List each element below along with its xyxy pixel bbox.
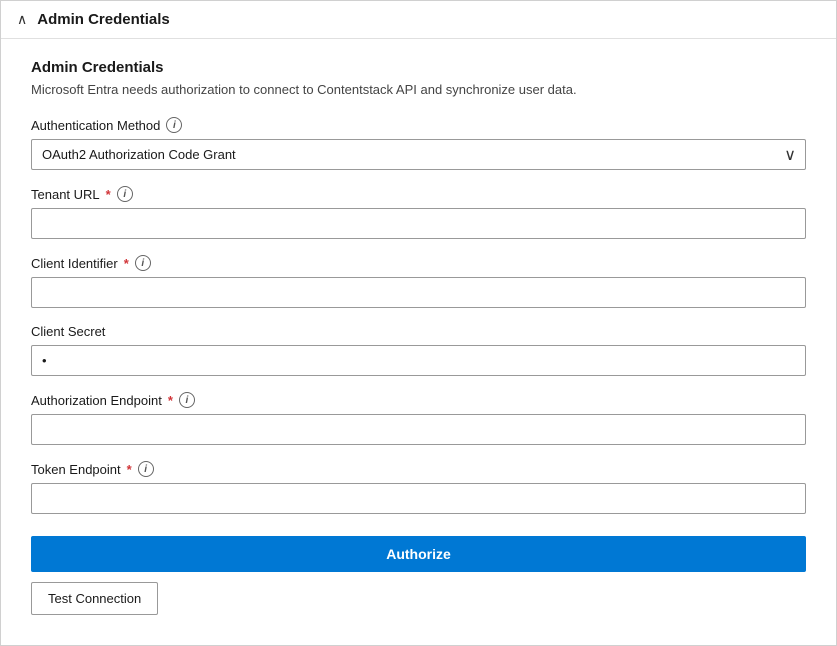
token-endpoint-label: Token Endpoint * i: [31, 461, 806, 477]
client-secret-label: Client Secret: [31, 324, 806, 339]
test-connection-button[interactable]: Test Connection: [31, 582, 158, 615]
card-body: Admin Credentials Microsoft Entra needs …: [1, 39, 836, 645]
card-header: ∧ Admin Credentials: [1, 1, 836, 39]
authorization-endpoint-required: *: [168, 393, 173, 408]
admin-credentials-card: ∧ Admin Credentials Admin Credentials Mi…: [0, 0, 837, 646]
auth-method-group: Authentication Method i OAuth2 Authoriza…: [31, 117, 806, 170]
auth-method-info-icon[interactable]: i: [166, 117, 182, 133]
token-endpoint-input[interactable]: [31, 483, 806, 514]
client-identifier-label: Client Identifier * i: [31, 255, 806, 271]
tenant-url-label-text: Tenant URL: [31, 187, 100, 202]
client-secret-label-text: Client Secret: [31, 324, 105, 339]
token-endpoint-info-icon[interactable]: i: [138, 461, 154, 477]
client-identifier-group: Client Identifier * i: [31, 255, 806, 308]
auth-method-select[interactable]: OAuth2 Authorization Code Grant Basic Au…: [31, 139, 806, 170]
client-identifier-info-icon[interactable]: i: [135, 255, 151, 271]
client-identifier-required: *: [124, 256, 129, 271]
auth-method-label: Authentication Method i: [31, 117, 806, 133]
tenant-url-info-icon[interactable]: i: [117, 186, 133, 202]
authorization-endpoint-info-icon[interactable]: i: [179, 392, 195, 408]
authorization-endpoint-group: Authorization Endpoint * i: [31, 392, 806, 445]
card-header-title: Admin Credentials: [37, 11, 170, 28]
section-description: Microsoft Entra needs authorization to c…: [31, 82, 806, 97]
client-secret-input[interactable]: [31, 345, 806, 376]
authorization-endpoint-label-text: Authorization Endpoint: [31, 393, 162, 408]
tenant-url-label: Tenant URL * i: [31, 186, 806, 202]
client-identifier-label-text: Client Identifier: [31, 256, 118, 271]
auth-method-label-text: Authentication Method: [31, 118, 160, 133]
tenant-url-required: *: [106, 187, 111, 202]
auth-method-select-wrapper: OAuth2 Authorization Code Grant Basic Au…: [31, 139, 806, 170]
token-endpoint-required: *: [127, 462, 132, 477]
client-identifier-input[interactable]: [31, 277, 806, 308]
token-endpoint-label-text: Token Endpoint: [31, 462, 121, 477]
tenant-url-group: Tenant URL * i: [31, 186, 806, 239]
collapse-icon[interactable]: ∧: [17, 11, 27, 28]
authorization-endpoint-input[interactable]: [31, 414, 806, 445]
authorization-endpoint-label: Authorization Endpoint * i: [31, 392, 806, 408]
token-endpoint-group: Token Endpoint * i: [31, 461, 806, 514]
section-title: Admin Credentials: [31, 59, 806, 76]
client-secret-group: Client Secret: [31, 324, 806, 376]
authorize-button[interactable]: Authorize: [31, 536, 806, 572]
tenant-url-input[interactable]: [31, 208, 806, 239]
